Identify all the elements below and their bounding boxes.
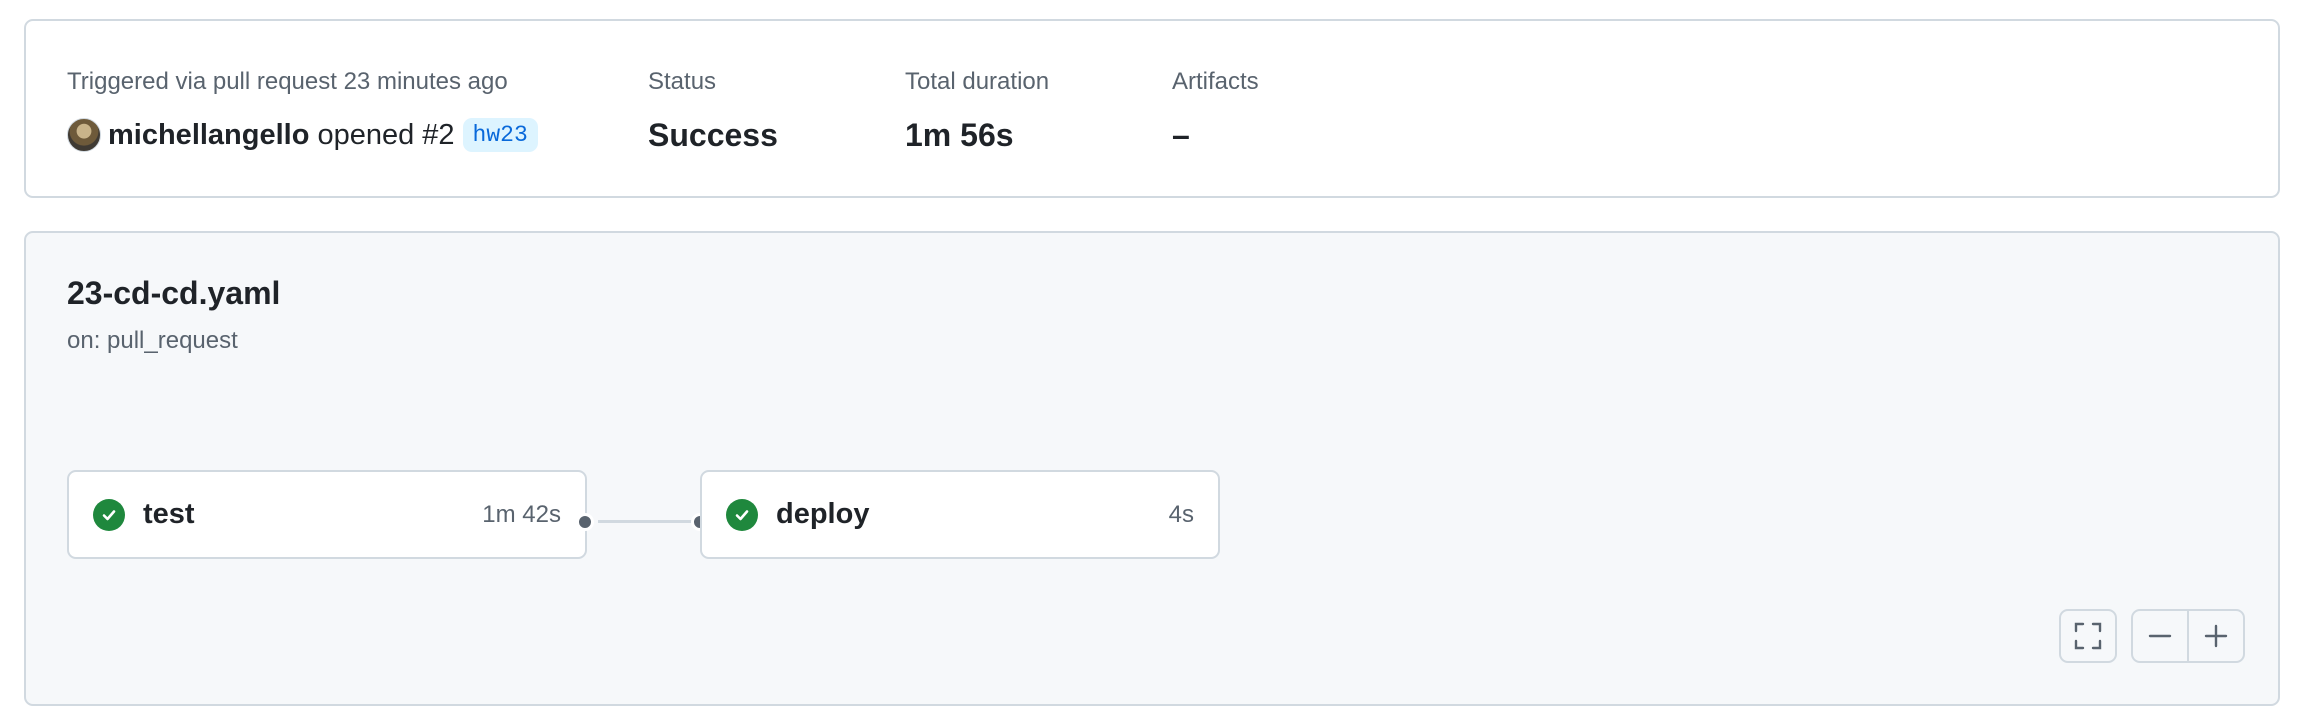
avatar[interactable] [67, 118, 101, 152]
job-duration: 4s [1168, 500, 1194, 528]
duration-value: 1m 56s [905, 117, 1014, 153]
artifacts-section: Artifacts – [1172, 67, 1259, 155]
zoom-out-button[interactable] [2133, 611, 2187, 661]
duration-label: Total duration [905, 68, 1050, 95]
trigger-section: Triggered via pull request 23 minutes ag… [67, 67, 538, 155]
workflow-file-name: 23-cd-cd.yaml [67, 275, 281, 311]
artifacts-label: Artifacts [1172, 68, 1259, 95]
status-value: Success [648, 117, 778, 153]
branch-label[interactable]: hw23 [462, 118, 538, 152]
duration-section: Total duration 1m 56s [905, 67, 1049, 155]
check-circle-icon [93, 498, 125, 531]
status-section: Status Success [648, 67, 778, 155]
actor-link[interactable]: michellangello [108, 119, 309, 152]
trigger-row: michellangello opened #2 hw23 [67, 115, 538, 155]
fullscreen-icon [2061, 611, 2115, 661]
run-summary: Triggered via pull request 23 minutes ag… [24, 19, 2280, 198]
workflow-trigger: on: pull_request [67, 327, 238, 354]
job-deploy[interactable]: deploy 4s [700, 470, 1220, 559]
job-name: test [143, 498, 195, 530]
minus-icon [2148, 634, 2172, 638]
check-circle-icon [726, 498, 758, 531]
job-name: deploy [776, 498, 870, 530]
fullscreen-button[interactable] [2059, 609, 2117, 663]
pull-request-link[interactable]: opened #2 [317, 119, 454, 152]
artifacts-value: – [1172, 117, 1190, 153]
zoom-controls [2131, 609, 2245, 663]
job-test[interactable]: test 1m 42s [67, 470, 587, 559]
plus-icon [2204, 624, 2228, 648]
job-output-dot [576, 513, 594, 531]
status-label: Status [648, 68, 717, 95]
trigger-label: Triggered via pull request 23 minutes ag… [67, 68, 508, 95]
workflow-graph: 23-cd-cd.yaml on: pull_request test 1m 4… [24, 231, 2280, 706]
job-duration: 1m 42s [482, 500, 561, 528]
zoom-in-button[interactable] [2189, 611, 2243, 661]
